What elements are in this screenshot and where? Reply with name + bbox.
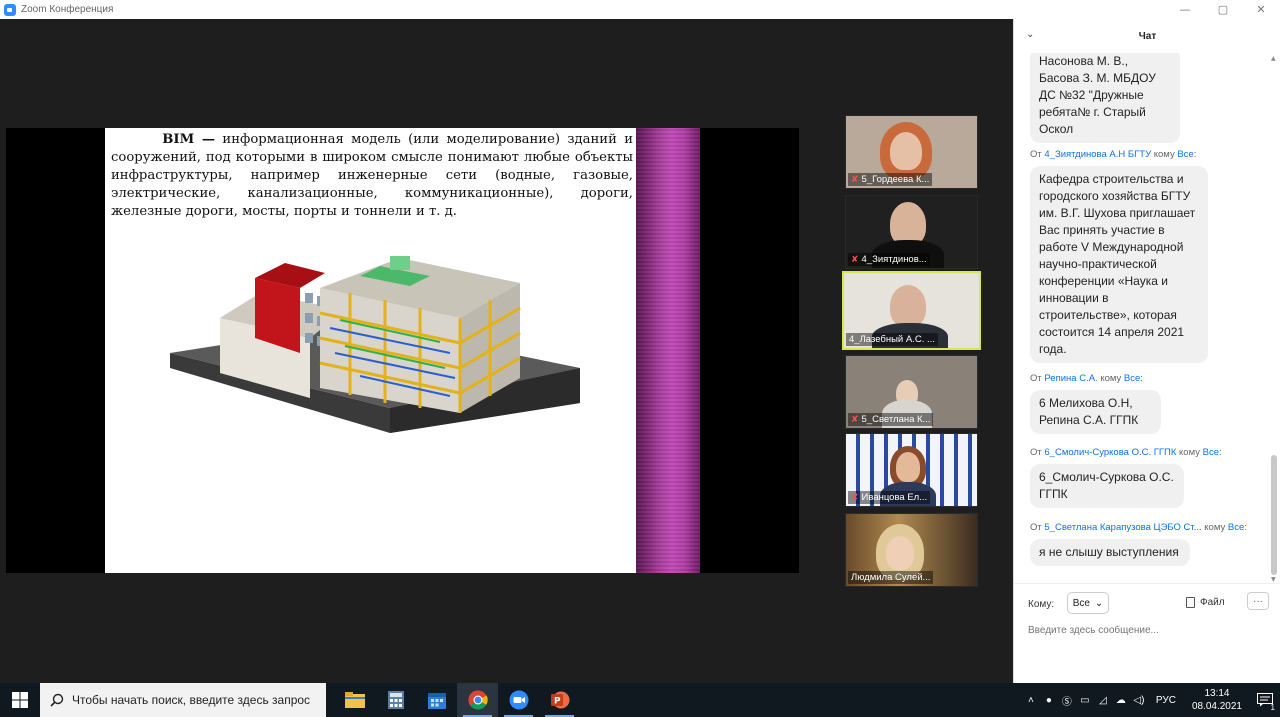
participant-tile[interactable]: ✘ Иванцова Ел... xyxy=(845,433,978,507)
recipient-select[interactable]: Все ⌄ xyxy=(1067,592,1109,614)
language-indicator[interactable]: РУС xyxy=(1156,695,1176,706)
svg-text:P: P xyxy=(554,697,561,707)
chat-messages[interactable]: Насонова М. В., Басова З. М. МБДОУ ДС №3… xyxy=(1014,53,1271,583)
chrome-icon xyxy=(468,690,488,710)
minimize-button[interactable]: — xyxy=(1166,0,1204,19)
slide-bold-lead: BIM — xyxy=(162,132,216,147)
chat-message: я не слышу выступления xyxy=(1030,539,1190,566)
zoom-icon xyxy=(509,690,528,710)
search-placeholder: Чтобы начать поиск, введите здесь запрос xyxy=(72,693,311,707)
chat-message: 6 Мелихова О.Н, Репина С.А. ГГПК xyxy=(1030,390,1161,434)
chat-footer: Кому: Все ⌄ Файл ··· xyxy=(1014,583,1280,683)
participant-name: 4_Лазебный А.С. ... xyxy=(846,333,938,346)
chat-title: Чат xyxy=(1138,30,1157,42)
mic-muted-icon: ✘ xyxy=(851,414,859,424)
chat-scrollbar[interactable]: ▲ ▼ xyxy=(1271,55,1277,583)
scroll-up-icon[interactable]: ▲ xyxy=(1271,55,1276,62)
powerpoint-icon: P xyxy=(550,691,569,709)
taskbar-search[interactable]: Чтобы начать поиск, введите здесь запрос xyxy=(40,683,326,717)
clock-date: 08.04.2021 xyxy=(1191,701,1242,712)
participant-name: ✘ 4_Зиятдинов... xyxy=(848,253,930,266)
taskbar-powerpoint[interactable]: P xyxy=(539,683,580,717)
battery-icon[interactable]: ▭ xyxy=(1076,695,1094,706)
file-button-label: Файл xyxy=(1200,597,1225,608)
notification-count: 1 xyxy=(1270,703,1275,712)
chat-message-meta: От 4_Зиятдинова А.Н БГТУ кому Все: xyxy=(1030,149,1197,160)
search-icon xyxy=(50,693,64,707)
volume-icon[interactable]: ◁) xyxy=(1130,695,1148,706)
participant-name: ✘ 5_Светлана К... xyxy=(848,413,934,426)
participant-face xyxy=(886,536,914,570)
taskbar-calculator[interactable] xyxy=(375,683,416,717)
chevron-down-icon: ⌄ xyxy=(1094,597,1104,609)
taskbar-clock[interactable]: 13:14 08.04.2021 xyxy=(1192,687,1242,713)
participant-tile[interactable]: ✘ 5_Гордеева К... xyxy=(845,115,978,189)
chat-message-meta: От 6_Смолич-Суркова О.С. ГГПК кому Все: xyxy=(1030,447,1222,458)
mic-muted-icon: ✘ xyxy=(851,174,859,184)
taskbar-zoom[interactable] xyxy=(498,683,539,717)
skype-tray-icon[interactable]: Ⓢ xyxy=(1058,693,1076,708)
participant-tile[interactable]: ✘ 4_Зиятдинов... xyxy=(845,195,978,269)
bim-building-illustration xyxy=(170,256,580,433)
calendar-icon xyxy=(427,693,446,709)
chat-message: Насонова М. В., Басова З. М. МБДОУ ДС №3… xyxy=(1030,53,1180,143)
participant-name: ✘ Иванцова Ел... xyxy=(848,491,931,504)
presentation-slide: BIM — информационная модель (или моделир… xyxy=(105,128,636,573)
folder-icon xyxy=(344,692,365,708)
chevron-down-icon[interactable]: ⌄ xyxy=(1026,29,1034,40)
maximize-button[interactable]: ▢ xyxy=(1204,0,1242,19)
windows-logo-icon xyxy=(12,692,28,708)
chat-header: ⌄ Чат xyxy=(1014,19,1280,53)
taskbar-calendar[interactable] xyxy=(416,683,457,717)
participant-tile-active-speaker[interactable]: 4_Лазебный А.С. ... xyxy=(842,271,981,350)
chat-scrollbar-thumb[interactable] xyxy=(1271,455,1277,575)
clock-time: 13:14 xyxy=(1204,688,1230,699)
cloud-icon[interactable]: ☁ xyxy=(1112,695,1130,706)
meeting-area: BIM — информационная модель (или моделир… xyxy=(0,19,1013,683)
shared-screen[interactable]: BIM — информационная модель (или моделир… xyxy=(6,128,799,573)
recipient-select-value: Все xyxy=(1072,597,1090,609)
participant-name: ✘ 5_Гордеева К... xyxy=(848,173,933,186)
close-button[interactable]: ✕ xyxy=(1242,0,1280,19)
network-icon[interactable]: ◿ xyxy=(1094,695,1112,706)
participant-face xyxy=(896,452,920,482)
chat-panel: ⌄ Чат Насонова М. В., Басова З. М. МБДОУ… xyxy=(1013,19,1280,683)
participant-face xyxy=(890,285,926,327)
file-button[interactable]: Файл xyxy=(1186,597,1225,608)
mic-muted-icon: ✘ xyxy=(851,254,859,264)
more-options-button[interactable]: ··· xyxy=(1247,592,1269,610)
participant-tile[interactable]: ✘ 5_Светлана К... xyxy=(845,355,978,429)
system-tray: ˄ ● Ⓢ ▭ ◿ ☁ ◁) РУС 13:14 08.04.2021 1 xyxy=(1022,683,1280,717)
zoom-app-icon xyxy=(4,3,16,16)
chat-message-meta: От Репина С.А. кому Все: xyxy=(1030,373,1143,384)
chevron-up-icon[interactable]: ˄ xyxy=(1022,695,1040,706)
chat-message: Кафедра строительства и городского хозяй… xyxy=(1030,166,1208,363)
notifications-button[interactable]: 1 xyxy=(1250,683,1280,717)
recipient-label: Кому: xyxy=(1028,599,1055,610)
taskbar-file-explorer[interactable] xyxy=(334,683,375,717)
chat-message-meta: От 5_Светлана Карапузова ЦЭБО Ст... кому… xyxy=(1030,522,1247,533)
chat-message-input[interactable] xyxy=(1028,620,1268,640)
slide-decorative-band xyxy=(636,128,700,573)
participant-name: Людмила Сулей... xyxy=(848,571,934,584)
window-title: Zoom Конференция xyxy=(21,4,114,15)
slide-text: BIM — информационная модель (или моделир… xyxy=(111,131,633,221)
scroll-down-icon[interactable]: ▼ xyxy=(1271,576,1276,583)
title-bar: Zoom Конференция — ▢ ✕ xyxy=(0,0,1280,19)
start-button[interactable] xyxy=(0,683,40,717)
participant-face xyxy=(890,132,922,170)
calculator-icon xyxy=(387,691,404,709)
chat-message: 6_Смолич-Суркова О.С. ГГПК xyxy=(1030,464,1184,508)
mic-muted-icon: ✘ xyxy=(851,492,859,502)
window-controls: — ▢ ✕ xyxy=(1166,0,1280,19)
participant-tile[interactable]: Людмила Сулей... xyxy=(845,513,978,587)
windows-taskbar: Чтобы начать поиск, введите здесь запрос… xyxy=(0,683,1280,717)
zoom-tray-icon[interactable]: ● xyxy=(1040,695,1058,706)
file-icon xyxy=(1186,597,1195,608)
taskbar-chrome[interactable] xyxy=(457,683,498,717)
